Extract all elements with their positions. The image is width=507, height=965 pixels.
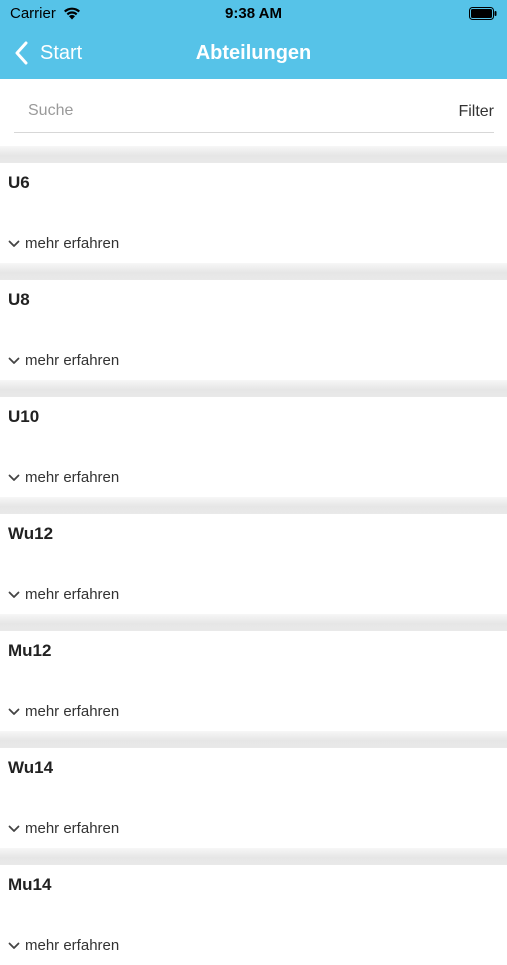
chevron-down-icon (8, 708, 20, 715)
page-title: Abteilungen (195, 42, 312, 64)
more-info-toggle[interactable]: mehr erfahren (8, 703, 119, 720)
more-info-label: mehr erfahren (25, 352, 120, 369)
list-item[interactable]: U8 mehr erfahren (0, 280, 507, 380)
chevron-down-icon (8, 942, 20, 949)
list-divider (0, 380, 507, 397)
navigation-bar: Start Abteilungen (0, 28, 507, 79)
more-info-toggle[interactable]: mehr erfahren (8, 586, 119, 603)
list-item-title: Wu14 (8, 758, 54, 777)
more-info-label: mehr erfahren (25, 586, 120, 603)
list-divider (0, 848, 507, 865)
battery-icon (469, 7, 497, 20)
more-info-label: mehr erfahren (25, 703, 120, 720)
more-info-label: mehr erfahren (25, 937, 120, 954)
list-item[interactable]: U10 mehr erfahren (0, 397, 507, 497)
chevron-down-icon (8, 474, 20, 481)
list-item-title: Mu12 (8, 641, 52, 660)
search-bar: Filter (14, 92, 494, 133)
list-divider (0, 614, 507, 631)
list-item[interactable]: Wu14 mehr erfahren (0, 748, 507, 848)
chevron-down-icon (8, 240, 20, 247)
search-input[interactable] (14, 98, 394, 124)
more-info-toggle[interactable]: mehr erfahren (8, 469, 119, 486)
list-item-title: Mu14 (8, 875, 52, 894)
list-item[interactable]: U6 mehr erfahren (0, 163, 507, 263)
list-item[interactable]: Wu12 mehr erfahren (0, 514, 507, 614)
chevron-down-icon (8, 825, 20, 832)
more-info-toggle[interactable]: mehr erfahren (8, 820, 119, 837)
more-info-label: mehr erfahren (25, 469, 120, 486)
chevron-down-icon (8, 591, 20, 598)
list-item-title: Wu12 (8, 524, 54, 543)
list-divider (0, 497, 507, 514)
list-divider (0, 263, 507, 280)
list-item[interactable]: Mu14 mehr erfahren (0, 865, 507, 965)
list-divider (0, 146, 507, 163)
list-item-title: U10 (8, 407, 40, 426)
list-item[interactable]: Mu12 mehr erfahren (0, 631, 507, 731)
status-time: 9:38 AM (225, 5, 282, 22)
list-divider (0, 731, 507, 748)
more-info-toggle[interactable]: mehr erfahren (8, 235, 119, 252)
list-item-title: U6 (8, 173, 30, 192)
department-list: U6 mehr erfahren U8 mehr erfahren U10 me… (0, 146, 507, 965)
more-info-label: mehr erfahren (25, 820, 120, 837)
app-header: Carrier 9:38 AM Start Abteilungen (0, 0, 507, 79)
more-info-toggle[interactable]: mehr erfahren (8, 937, 119, 954)
filter-button[interactable]: Filter (458, 103, 494, 121)
more-info-toggle[interactable]: mehr erfahren (8, 352, 119, 369)
chevron-down-icon (8, 357, 20, 364)
status-bar: Carrier 9:38 AM (0, 0, 507, 28)
more-info-label: mehr erfahren (25, 235, 120, 252)
list-item-title: U8 (8, 290, 30, 309)
